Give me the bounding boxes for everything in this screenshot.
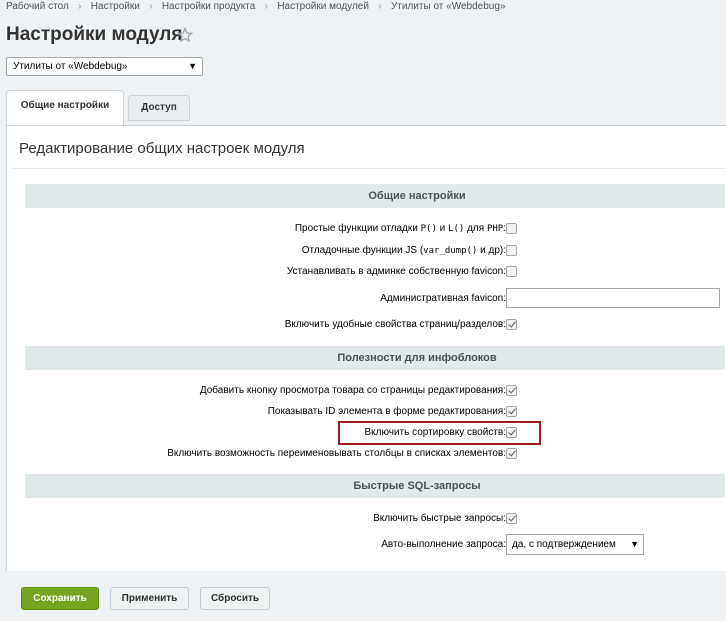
setting-label: Устанавливать в админке собственную favi… (286, 266, 506, 277)
setting-label: Авто-выполнение запроса: (381, 539, 506, 550)
setting-label: Включить быстрые запросы: (373, 513, 506, 524)
section-title: Быстрые SQL-запросы (353, 480, 481, 492)
auto-execute-value: да, с подтверждением (512, 539, 616, 550)
js-debug-checkbox[interactable] (506, 245, 517, 256)
section-header-sql: Быстрые SQL-запросы (25, 474, 725, 498)
auto-execute-select[interactable]: да, с подтверждением ▼ (506, 534, 644, 555)
highlight-annotation (338, 421, 541, 445)
section-header-general: Общие настройки (25, 184, 725, 208)
setting-row-show-element-id: Показывать ID элемента в форме редактиро… (0, 404, 726, 420)
setting-row-js-debug: Отладочные функции JS (var_dump() и др): (0, 243, 726, 259)
save-button[interactable]: Сохранить (21, 587, 99, 610)
breadcrumb-separator-icon: › (78, 1, 82, 12)
setting-row-admin-favicon: Административная favicon: (0, 288, 726, 308)
setting-label: Включить удобные свойства страниц/раздел… (284, 319, 506, 330)
setting-row-rename-columns: Включить возможность переименовывать сто… (0, 446, 726, 462)
rename-columns-checkbox[interactable] (506, 448, 517, 459)
fast-queries-checkbox[interactable] (506, 513, 517, 524)
admin-favicon-input[interactable] (506, 288, 720, 308)
divider (13, 168, 726, 169)
tab-general-settings[interactable]: Общие настройки (6, 90, 124, 126)
breadcrumb-item-module-settings[interactable]: Настройки модулей (277, 1, 369, 12)
setting-row-debug-functions: Простые функции отладки P() и L() для PH… (0, 221, 726, 237)
breadcrumb-separator-icon: › (378, 1, 382, 12)
setting-label: Отладочные функции JS (var_dump() и др): (301, 245, 506, 256)
breadcrumb-item-product-settings[interactable]: Настройки продукта (162, 1, 255, 12)
debug-functions-checkbox[interactable] (506, 223, 517, 234)
breadcrumb-item-desktop[interactable]: Рабочий стол (6, 1, 69, 12)
setting-label: Административная favicon: (380, 293, 506, 304)
show-element-id-checkbox[interactable] (506, 406, 517, 417)
breadcrumb-item-webdebug[interactable]: Утилиты от «Webdebug» (391, 1, 506, 12)
setting-row-fast-queries: Включить быстрые запросы: (0, 511, 726, 527)
breadcrumb: Рабочий стол › Настройки › Настройки продукт… (6, 1, 505, 12)
view-product-button-checkbox[interactable] (506, 385, 517, 396)
setting-label: Включить возможность переименовывать сто… (167, 448, 506, 459)
star-icon[interactable] (177, 27, 193, 43)
module-select-value: Утилиты от «Webdebug» (13, 61, 128, 72)
reset-button[interactable]: Сбросить (200, 587, 270, 610)
breadcrumb-separator-icon: › (149, 1, 153, 12)
section-title: Общие настройки (368, 190, 466, 202)
setting-row-view-product-button: Добавить кнопку просмотра товара со стра… (0, 383, 726, 399)
breadcrumb-item-settings[interactable]: Настройки (91, 1, 140, 12)
setting-label: Простые функции отладки P() и L() для PH… (294, 223, 506, 234)
module-select[interactable]: Утилиты от «Webdebug» ▼ (6, 57, 203, 76)
setting-label: Показывать ID элемента в форме редактиро… (267, 406, 506, 417)
page-title: Настройки модуля (6, 24, 183, 45)
setting-label: Добавить кнопку просмотра товара со стра… (199, 385, 506, 396)
setting-row-page-properties: Включить удобные свойства страниц/раздел… (0, 317, 726, 333)
dropdown-arrow-icon: ▼ (188, 61, 197, 71)
own-favicon-checkbox[interactable] (506, 266, 517, 277)
apply-button[interactable]: Применить (110, 587, 189, 610)
page-properties-checkbox[interactable] (506, 319, 517, 330)
section-title: Полезности для инфоблоков (337, 352, 497, 364)
setting-row-own-favicon: Устанавливать в админке собственную favi… (0, 264, 726, 280)
setting-row-auto-execute: Авто-выполнение запроса: да, с подтвержд… (0, 534, 726, 555)
breadcrumb-separator-icon: › (264, 1, 268, 12)
tab-access[interactable]: Доступ (128, 95, 190, 121)
panel-heading: Редактирование общих настроек модуля (19, 140, 305, 157)
dropdown-arrow-icon: ▼ (630, 539, 639, 549)
section-header-iblocks: Полезности для инфоблоков (25, 346, 725, 370)
